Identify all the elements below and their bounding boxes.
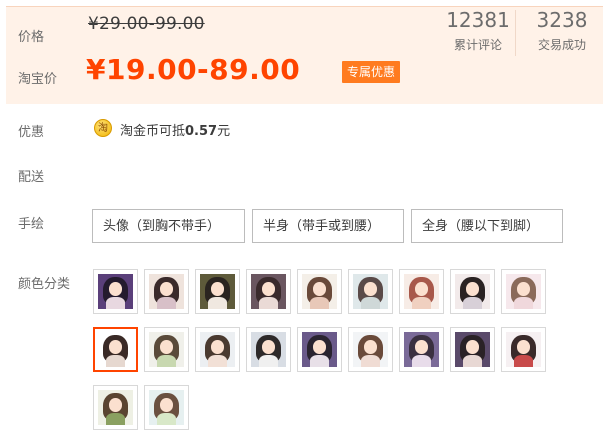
red-dress-girl-thumb [506, 332, 541, 367]
long-hair-girl-thumb [200, 274, 235, 309]
color-swatch[interactable] [246, 269, 291, 314]
curly-hair-girl-thumb [404, 274, 439, 309]
deal-count: 3238 [536, 8, 588, 32]
coin-discount-prefix: 淘金币可抵 [120, 124, 186, 139]
color-swatch[interactable] [195, 269, 240, 314]
night-girl-thumb [455, 332, 490, 367]
stat-divider [515, 10, 516, 56]
color-swatch[interactable] [297, 327, 342, 372]
color-swatch[interactable] [144, 385, 189, 430]
fairy-girl-thumb [353, 332, 388, 367]
coin-discount-text: 淘金币可抵0.57元 [120, 120, 230, 139]
wavy-hair-girl-thumb [251, 274, 286, 309]
discount-label: 优惠 [18, 125, 45, 140]
color-swatch[interactable] [399, 327, 444, 372]
color-swatch[interactable] [501, 327, 546, 372]
garden-girl-thumb [149, 390, 184, 425]
deal-count-stat: 3238 交易成功 [522, 8, 602, 53]
selfie-girl-thumb [98, 332, 133, 367]
coin-discount-amount: 0.57 [185, 124, 218, 139]
color-swatch[interactable] [195, 327, 240, 372]
pink-girl-thumb [506, 274, 541, 309]
handdrawn-label: 手绘 [18, 217, 45, 232]
purple-flower-girl-thumb [404, 332, 439, 367]
color-swatch[interactable] [93, 269, 138, 314]
color-swatch[interactable] [399, 269, 444, 314]
taobao-coin-icon: 淘 [94, 119, 112, 137]
cat-girl-thumb [251, 332, 286, 367]
original-price: ¥29.00-99.00 [88, 14, 205, 34]
color-swatch[interactable] [297, 269, 342, 314]
color-swatch[interactable] [246, 327, 291, 372]
sku-option-half-body[interactable]: 半身（带手或到腰） [252, 209, 404, 243]
couple-thumb [455, 274, 490, 309]
dark-haired-girl-thumb [98, 274, 133, 309]
green-dress-girl-thumb [149, 332, 184, 367]
color-swatch[interactable] [144, 269, 189, 314]
review-count-label: 累计评论 [453, 38, 502, 52]
deal-count-label: 交易成功 [537, 38, 586, 52]
chibi-girl-thumb [302, 274, 337, 309]
color-swatch[interactable] [450, 269, 495, 314]
review-count: 12381 [446, 8, 510, 32]
brown-haired-girl-thumb [149, 274, 184, 309]
color-swatch[interactable] [93, 385, 138, 430]
coin-discount-suffix: 元 [217, 124, 231, 139]
price-label: 价格 [18, 30, 45, 45]
color-category-label: 颜色分类 [18, 277, 71, 292]
color-swatch[interactable] [144, 327, 189, 372]
green-sweater-girl-thumb [98, 390, 133, 425]
color-swatch[interactable] [348, 269, 393, 314]
purple-bg-girl-thumb [302, 332, 337, 367]
bun-hair-girl-thumb [353, 274, 388, 309]
color-swatch[interactable] [501, 269, 546, 314]
color-swatch[interactable] [348, 327, 393, 372]
sku-option-full-body[interactable]: 全身（腰以下到脚） [411, 209, 563, 243]
delivery-label: 配送 [18, 170, 45, 185]
exclusive-discount-tag[interactable]: 专属优惠 [342, 61, 401, 83]
review-count-stat[interactable]: 12381 累计评论 [438, 8, 518, 53]
taobao-price-label: 淘宝价 [18, 72, 58, 87]
color-swatch[interactable] [450, 327, 495, 372]
sku-option-headshot[interactable]: 头像（到胸不带手） [92, 209, 245, 243]
sale-price: ¥19.00-89.00 [86, 53, 301, 86]
color-swatch[interactable] [93, 327, 138, 372]
smiling-girl-thumb [200, 332, 235, 367]
